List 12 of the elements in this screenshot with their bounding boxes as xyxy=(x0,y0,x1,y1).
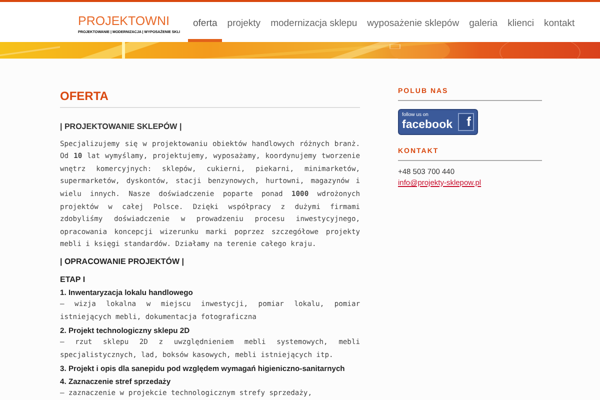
nav-link[interactable]: projekty xyxy=(222,2,266,42)
facebook-f-icon: f xyxy=(458,112,474,131)
nav-link[interactable]: galeria xyxy=(464,2,503,42)
nav-link[interactable]: modernizacja sklepu xyxy=(266,2,362,42)
nav-link[interactable]: kontakt xyxy=(539,2,580,42)
logo-name[interactable]: PROJEKTOWNI xyxy=(78,14,170,30)
nav-link[interactable]: wyposażenie sklepów xyxy=(362,2,464,42)
nav-link[interactable]: klienci xyxy=(502,2,539,42)
stage-heading: ETAP I xyxy=(60,275,86,286)
section-heading: | PROJEKTOWANIE SKLEPÓW | xyxy=(60,122,183,132)
page-title: OFERTA xyxy=(60,88,360,108)
section-heading: | OPRACOWANIE PROJEKTÓW | xyxy=(60,257,186,268)
